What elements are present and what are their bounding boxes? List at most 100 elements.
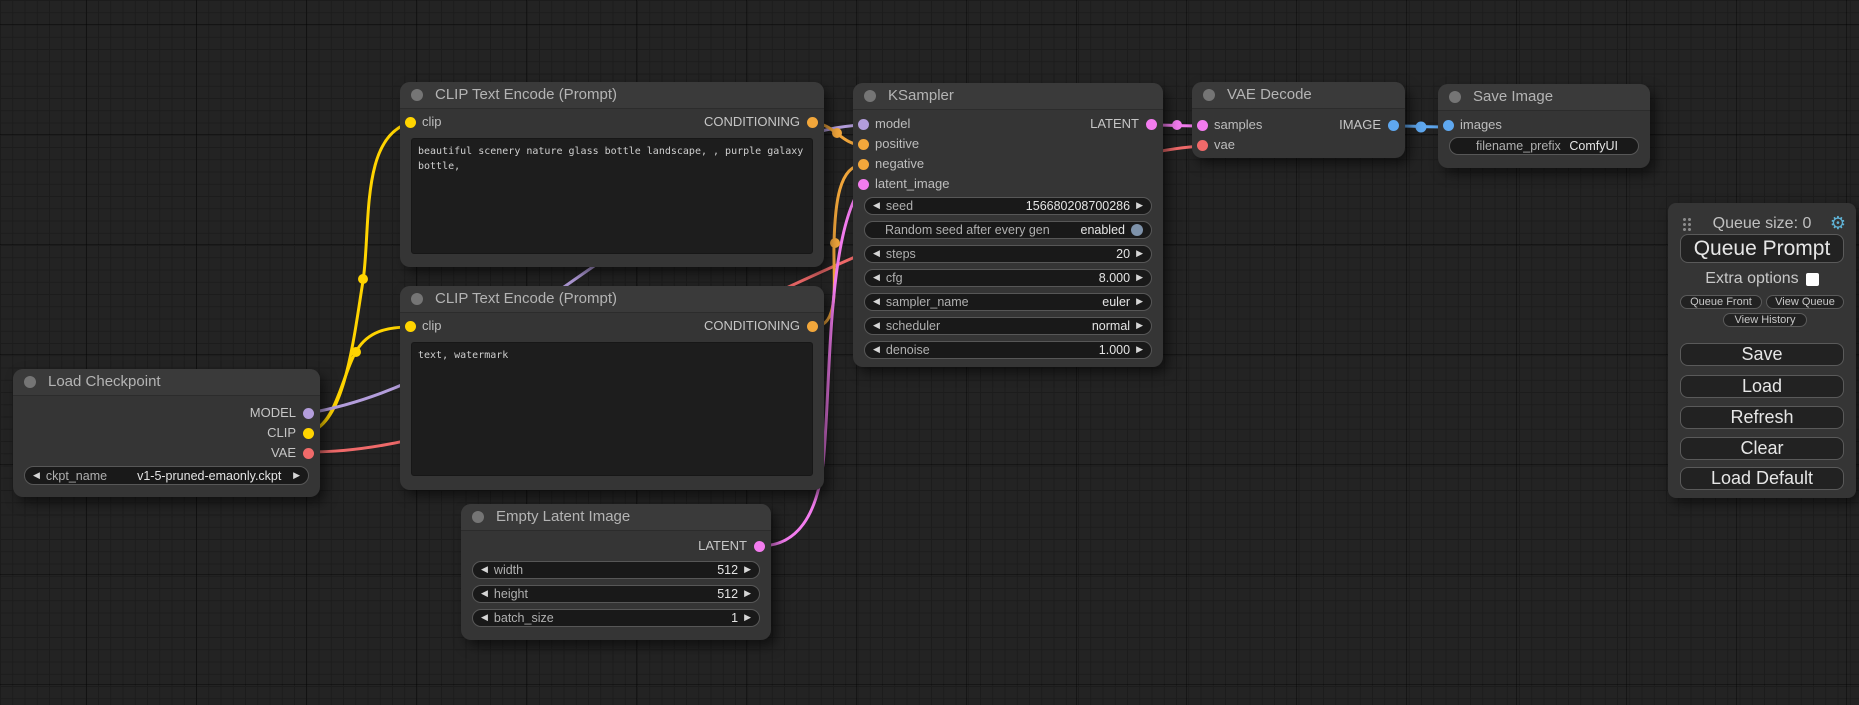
input-port-vae[interactable] (1197, 140, 1208, 151)
output-port-latent[interactable] (754, 541, 765, 552)
widget-label: sampler_name (886, 295, 969, 309)
node-save-image[interactable]: Save Image images filename_prefix ComfyU… (1438, 84, 1650, 168)
increment-arrow-icon[interactable]: ▶ (744, 586, 751, 602)
widget-random-seed-toggle[interactable]: Random seed after every gen enabled (864, 221, 1152, 239)
collapse-dot-icon[interactable] (411, 89, 423, 101)
view-queue-button[interactable]: View Queue (1766, 295, 1844, 309)
load-default-button[interactable]: Load Default (1680, 467, 1844, 490)
link-midpoint-dot[interactable] (832, 128, 842, 138)
collapse-dot-icon[interactable] (411, 293, 423, 305)
decrement-arrow-icon[interactable]: ◀ (481, 562, 488, 578)
view-history-button[interactable]: View History (1723, 313, 1807, 327)
clear-button[interactable]: Clear (1680, 437, 1844, 460)
node-titlebar[interactable]: CLIP Text Encode (Prompt) (400, 286, 824, 313)
node-titlebar[interactable]: Empty Latent Image (461, 504, 771, 531)
increment-arrow-icon[interactable]: ▶ (1136, 246, 1143, 262)
widget-sampler-name[interactable]: ◀ sampler_name euler ▶ (864, 293, 1152, 311)
slot-row: clip CONDITIONING (400, 316, 824, 336)
output-port-image[interactable] (1388, 120, 1399, 131)
collapse-dot-icon[interactable] (1449, 91, 1461, 103)
node-titlebar[interactable]: VAE Decode (1192, 82, 1405, 109)
collapse-dot-icon[interactable] (24, 376, 36, 388)
node-clip-text-encode-negative[interactable]: CLIP Text Encode (Prompt) clip CONDITION… (400, 286, 824, 490)
input-label: model (875, 114, 910, 134)
increment-arrow-icon[interactable]: ▶ (1136, 198, 1143, 214)
widget-value: 512 (717, 563, 738, 577)
increment-arrow-icon[interactable]: ▶ (293, 468, 300, 484)
input-port-clip[interactable] (405, 321, 416, 332)
node-titlebar[interactable]: Load Checkpoint (13, 369, 320, 396)
collapse-dot-icon[interactable] (864, 90, 876, 102)
decrement-arrow-icon[interactable]: ◀ (873, 342, 880, 358)
increment-arrow-icon[interactable]: ▶ (744, 562, 751, 578)
input-port-latent-image[interactable] (858, 179, 869, 190)
output-port-model[interactable] (303, 408, 314, 419)
input-port-model[interactable] (858, 119, 869, 130)
decrement-arrow-icon[interactable]: ◀ (873, 318, 880, 334)
node-ksampler[interactable]: KSampler model LATENT positive negative … (853, 83, 1163, 367)
output-port-latent[interactable] (1146, 119, 1157, 130)
widget-ckpt-name[interactable]: ◀ ckpt_name v1-5-pruned-emaonly.ckpt ▶ (24, 466, 309, 485)
increment-arrow-icon[interactable]: ▶ (1136, 318, 1143, 334)
wire-clip-to-positive-prompt[interactable] (309, 123, 410, 432)
collapse-dot-icon[interactable] (472, 511, 484, 523)
extra-options-checkbox[interactable] (1806, 273, 1819, 286)
node-empty-latent-image[interactable]: Empty Latent Image LATENT ◀ width 512 ▶ … (461, 504, 771, 640)
prompt-textarea[interactable]: beautiful scenery nature glass bottle la… (411, 138, 813, 254)
refresh-button[interactable]: Refresh (1680, 406, 1844, 429)
queue-prompt-button[interactable]: Queue Prompt (1680, 234, 1844, 263)
widget-batch-size[interactable]: ◀ batch_size 1 ▶ (472, 609, 760, 627)
increment-arrow-icon[interactable]: ▶ (1136, 294, 1143, 310)
increment-arrow-icon[interactable]: ▶ (744, 610, 751, 626)
widget-seed[interactable]: ◀ seed 156680208700286 ▶ (864, 197, 1152, 215)
node-titlebar[interactable]: KSampler (853, 83, 1163, 110)
prompt-textarea[interactable]: text, watermark (411, 342, 813, 476)
output-port-clip[interactable] (303, 428, 314, 439)
load-button[interactable]: Load (1680, 375, 1844, 398)
input-port-images[interactable] (1443, 120, 1454, 131)
widget-filename-prefix[interactable]: filename_prefix ComfyUI (1449, 137, 1639, 155)
decrement-arrow-icon[interactable]: ◀ (873, 270, 880, 286)
output-port-vae[interactable] (303, 448, 314, 459)
decrement-arrow-icon[interactable]: ◀ (873, 294, 880, 310)
widget-steps[interactable]: ◀ steps 20 ▶ (864, 245, 1152, 263)
decrement-arrow-icon[interactable]: ◀ (873, 246, 880, 262)
decrement-arrow-icon[interactable]: ◀ (33, 468, 40, 484)
link-midpoint-dot[interactable] (1416, 122, 1427, 133)
output-label: VAE (271, 443, 296, 463)
decrement-arrow-icon[interactable]: ◀ (481, 610, 488, 626)
link-midpoint-dot[interactable] (830, 238, 840, 248)
link-midpoint-dot[interactable] (351, 347, 361, 357)
decrement-arrow-icon[interactable]: ◀ (873, 198, 880, 214)
save-button[interactable]: Save (1680, 343, 1844, 366)
slot-row: samples IMAGE (1192, 115, 1405, 135)
toggle-knob[interactable] (1131, 224, 1143, 236)
widget-width[interactable]: ◀ width 512 ▶ (472, 561, 760, 579)
node-load-checkpoint[interactable]: Load Checkpoint MODEL CLIP VAE ◀ ckpt_na… (13, 369, 320, 497)
widget-height[interactable]: ◀ height 512 ▶ (472, 585, 760, 603)
widget-denoise[interactable]: ◀ denoise 1.000 ▶ (864, 341, 1152, 359)
input-port-samples[interactable] (1197, 120, 1208, 131)
decrement-arrow-icon[interactable]: ◀ (481, 586, 488, 602)
node-clip-text-encode-positive[interactable]: CLIP Text Encode (Prompt) clip CONDITION… (400, 82, 824, 267)
output-port-conditioning[interactable] (807, 117, 818, 128)
input-port-negative[interactable] (858, 159, 869, 170)
increment-arrow-icon[interactable]: ▶ (1136, 342, 1143, 358)
node-vae-decode[interactable]: VAE Decode samples IMAGE vae (1192, 82, 1405, 158)
link-midpoint-dot[interactable] (358, 274, 368, 284)
node-titlebar[interactable]: CLIP Text Encode (Prompt) (400, 82, 824, 109)
collapse-dot-icon[interactable] (1203, 89, 1215, 101)
input-port-clip[interactable] (405, 117, 416, 128)
node-titlebar[interactable]: Save Image (1438, 84, 1650, 111)
settings-gear-icon[interactable]: ⚙ (1830, 213, 1846, 235)
queue-front-button[interactable]: Queue Front (1680, 295, 1762, 309)
input-port-positive[interactable] (858, 139, 869, 150)
widget-cfg[interactable]: ◀ cfg 8.000 ▶ (864, 269, 1152, 287)
node-title: Save Image (1473, 88, 1553, 105)
wire-clip-to-negative-prompt[interactable] (309, 327, 410, 432)
widget-scheduler[interactable]: ◀ scheduler normal ▶ (864, 317, 1152, 335)
link-midpoint-dot[interactable] (1172, 120, 1182, 130)
increment-arrow-icon[interactable]: ▶ (1136, 270, 1143, 286)
graph-canvas[interactable]: { "canvas": {"background": "#232323"}, "… (0, 0, 1859, 705)
output-port-conditioning[interactable] (807, 321, 818, 332)
